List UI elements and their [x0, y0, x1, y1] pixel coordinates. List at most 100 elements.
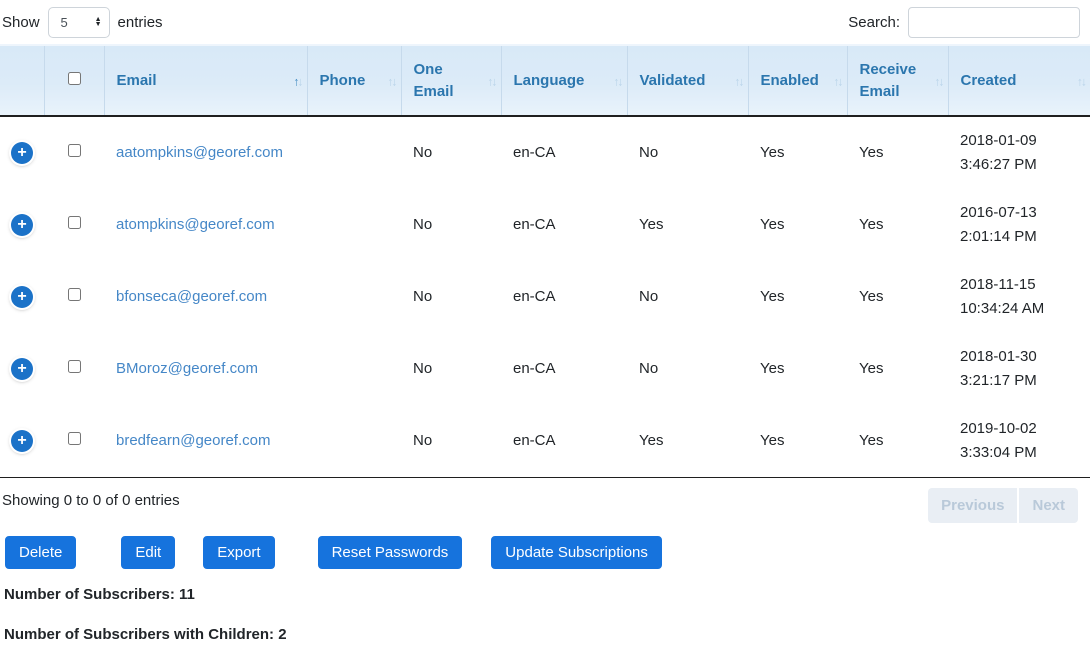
expand-cell: + [0, 116, 44, 189]
cell-phone [307, 333, 401, 405]
cell-enabled: Yes [748, 261, 847, 333]
table-info: Showing 0 to 0 of 0 entries [2, 488, 180, 509]
column-header-validated[interactable]: Validated ↑↓ [627, 45, 748, 116]
expand-row-plus-icon[interactable]: + [11, 214, 33, 236]
expand-row-plus-icon[interactable]: + [11, 286, 33, 308]
sort-arrows-icon: ↑↓ [294, 73, 302, 90]
sort-arrows-icon: ↑↓ [834, 73, 842, 90]
pagination: Previous Next [928, 488, 1078, 523]
update-subscriptions-button[interactable]: Update Subscriptions [491, 536, 662, 569]
column-header-phone[interactable]: Phone↑↓ [307, 45, 401, 116]
cell-enabled: Yes [748, 189, 847, 261]
cell-language: en-CA [501, 116, 627, 189]
row-checkbox[interactable] [68, 432, 81, 445]
cell-created: 2016-07-13 2:01:14 PM [948, 189, 1090, 261]
cell-validated: No [627, 261, 748, 333]
column-header-created[interactable]: Created↑↓ [948, 45, 1090, 116]
row-checkbox[interactable] [68, 216, 81, 229]
sort-arrows-icon: ↑↓ [935, 73, 943, 90]
cell-phone [307, 405, 401, 478]
select-all-checkbox[interactable] [68, 72, 81, 85]
email-cell: atompkins@georef.com [104, 189, 307, 261]
cell-receive-email: Yes [847, 405, 948, 478]
cell-phone [307, 116, 401, 189]
edit-button[interactable]: Edit [121, 536, 175, 569]
email-cell: bfonseca@georef.com [104, 261, 307, 333]
column-label: Enabled [761, 72, 819, 89]
row-checkbox[interactable] [68, 144, 81, 157]
select-cell [44, 189, 104, 261]
search-label: Search: [848, 14, 900, 31]
column-header-language[interactable]: Language↑↓ [501, 45, 627, 116]
sort-arrows-icon: ↑↓ [488, 73, 496, 90]
expand-row-plus-icon[interactable]: + [11, 430, 33, 452]
column-header-expand [0, 45, 44, 116]
stat-line: Number of Subscribers with Children: 2 [4, 617, 1090, 643]
row-checkbox[interactable] [68, 288, 81, 301]
expand-row-plus-icon[interactable]: + [11, 142, 33, 164]
subscribers-table: Email↑↓Phone↑↓One Email↑↓Language↑↓Valid… [0, 44, 1090, 478]
cell-enabled: Yes [748, 116, 847, 189]
email-cell: aatompkins@georef.com [104, 116, 307, 189]
cell-validated: No [627, 116, 748, 189]
column-header-receive_email[interactable]: Receive Email ↑↓ [847, 45, 948, 116]
table-footer-bar: Showing 0 to 0 of 0 entries Previous Nex… [0, 478, 1090, 523]
cell-validated: No [627, 333, 748, 405]
table-controls-bar: Show 5 ▲▼ entries Search: [0, 0, 1090, 44]
sort-arrows-icon: ↑↓ [388, 73, 396, 90]
column-label: Receive Email [860, 61, 917, 100]
next-page-button[interactable]: Next [1019, 488, 1078, 523]
email-link[interactable]: bfonseca@georef.com [116, 288, 267, 305]
email-link[interactable]: aatompkins@georef.com [116, 144, 283, 161]
cell-receive-email: Yes [847, 189, 948, 261]
cell-language: en-CA [501, 405, 627, 478]
cell-phone [307, 261, 401, 333]
table-row: +BMoroz@georef.comNoen-CANoYesYes2018-01… [0, 333, 1090, 405]
cell-receive-email: Yes [847, 116, 948, 189]
subscriber-stats: Number of Subscribers: 11Number of Subsc… [0, 577, 1090, 660]
select-cell [44, 116, 104, 189]
email-link[interactable]: BMoroz@georef.com [116, 360, 258, 377]
bulk-action-buttons: Delete Edit Export Reset Passwords Update Su… [0, 536, 1090, 569]
expand-cell: + [0, 189, 44, 261]
column-header-one_email[interactable]: One Email ↑↓ [401, 45, 501, 116]
export-button[interactable]: Export [203, 536, 274, 569]
cell-language: en-CA [501, 261, 627, 333]
cell-language: en-CA [501, 333, 627, 405]
cell-created: 2019-10-02 3:33:04 PM [948, 405, 1090, 478]
expand-cell: + [0, 333, 44, 405]
cell-enabled: Yes [748, 405, 847, 478]
cell-receive-email: Yes [847, 261, 948, 333]
page-length-control: Show 5 ▲▼ entries [2, 7, 163, 38]
cell-receive-email: Yes [847, 333, 948, 405]
sort-arrows-icon: ↑↓ [735, 73, 743, 90]
table-row: +atompkins@georef.comNoen-CAYesYesYes201… [0, 189, 1090, 261]
page-length-select[interactable]: 5 [48, 7, 110, 38]
table-row: +bredfearn@georef.comNoen-CAYesYesYes201… [0, 405, 1090, 478]
search-input[interactable] [908, 7, 1080, 38]
column-label: Validated [640, 72, 706, 89]
expand-row-plus-icon[interactable]: + [11, 358, 33, 380]
column-header-select [44, 45, 104, 116]
table-body: +aatompkins@georef.comNoen-CANoYesYes201… [0, 116, 1090, 478]
show-label: Show [2, 14, 40, 31]
cell-enabled: Yes [748, 333, 847, 405]
column-label: One Email [414, 61, 454, 100]
entries-label: entries [118, 14, 163, 31]
expand-cell: + [0, 261, 44, 333]
email-link[interactable]: atompkins@georef.com [116, 216, 275, 233]
cell-created: 2018-11-15 10:34:24 AM [948, 261, 1090, 333]
cell-validated: Yes [627, 189, 748, 261]
column-header-enabled[interactable]: Enabled ↑↓ [748, 45, 847, 116]
column-label: Created [961, 72, 1017, 89]
column-header-email[interactable]: Email↑↓ [104, 45, 307, 116]
email-cell: BMoroz@georef.com [104, 333, 307, 405]
delete-button[interactable]: Delete [5, 536, 76, 569]
select-cell [44, 261, 104, 333]
cell-one-email: No [401, 333, 501, 405]
row-checkbox[interactable] [68, 360, 81, 373]
previous-page-button[interactable]: Previous [928, 488, 1017, 523]
email-link[interactable]: bredfearn@georef.com [116, 432, 270, 449]
search-control: Search: [848, 7, 1080, 38]
reset-passwords-button[interactable]: Reset Passwords [318, 536, 463, 569]
